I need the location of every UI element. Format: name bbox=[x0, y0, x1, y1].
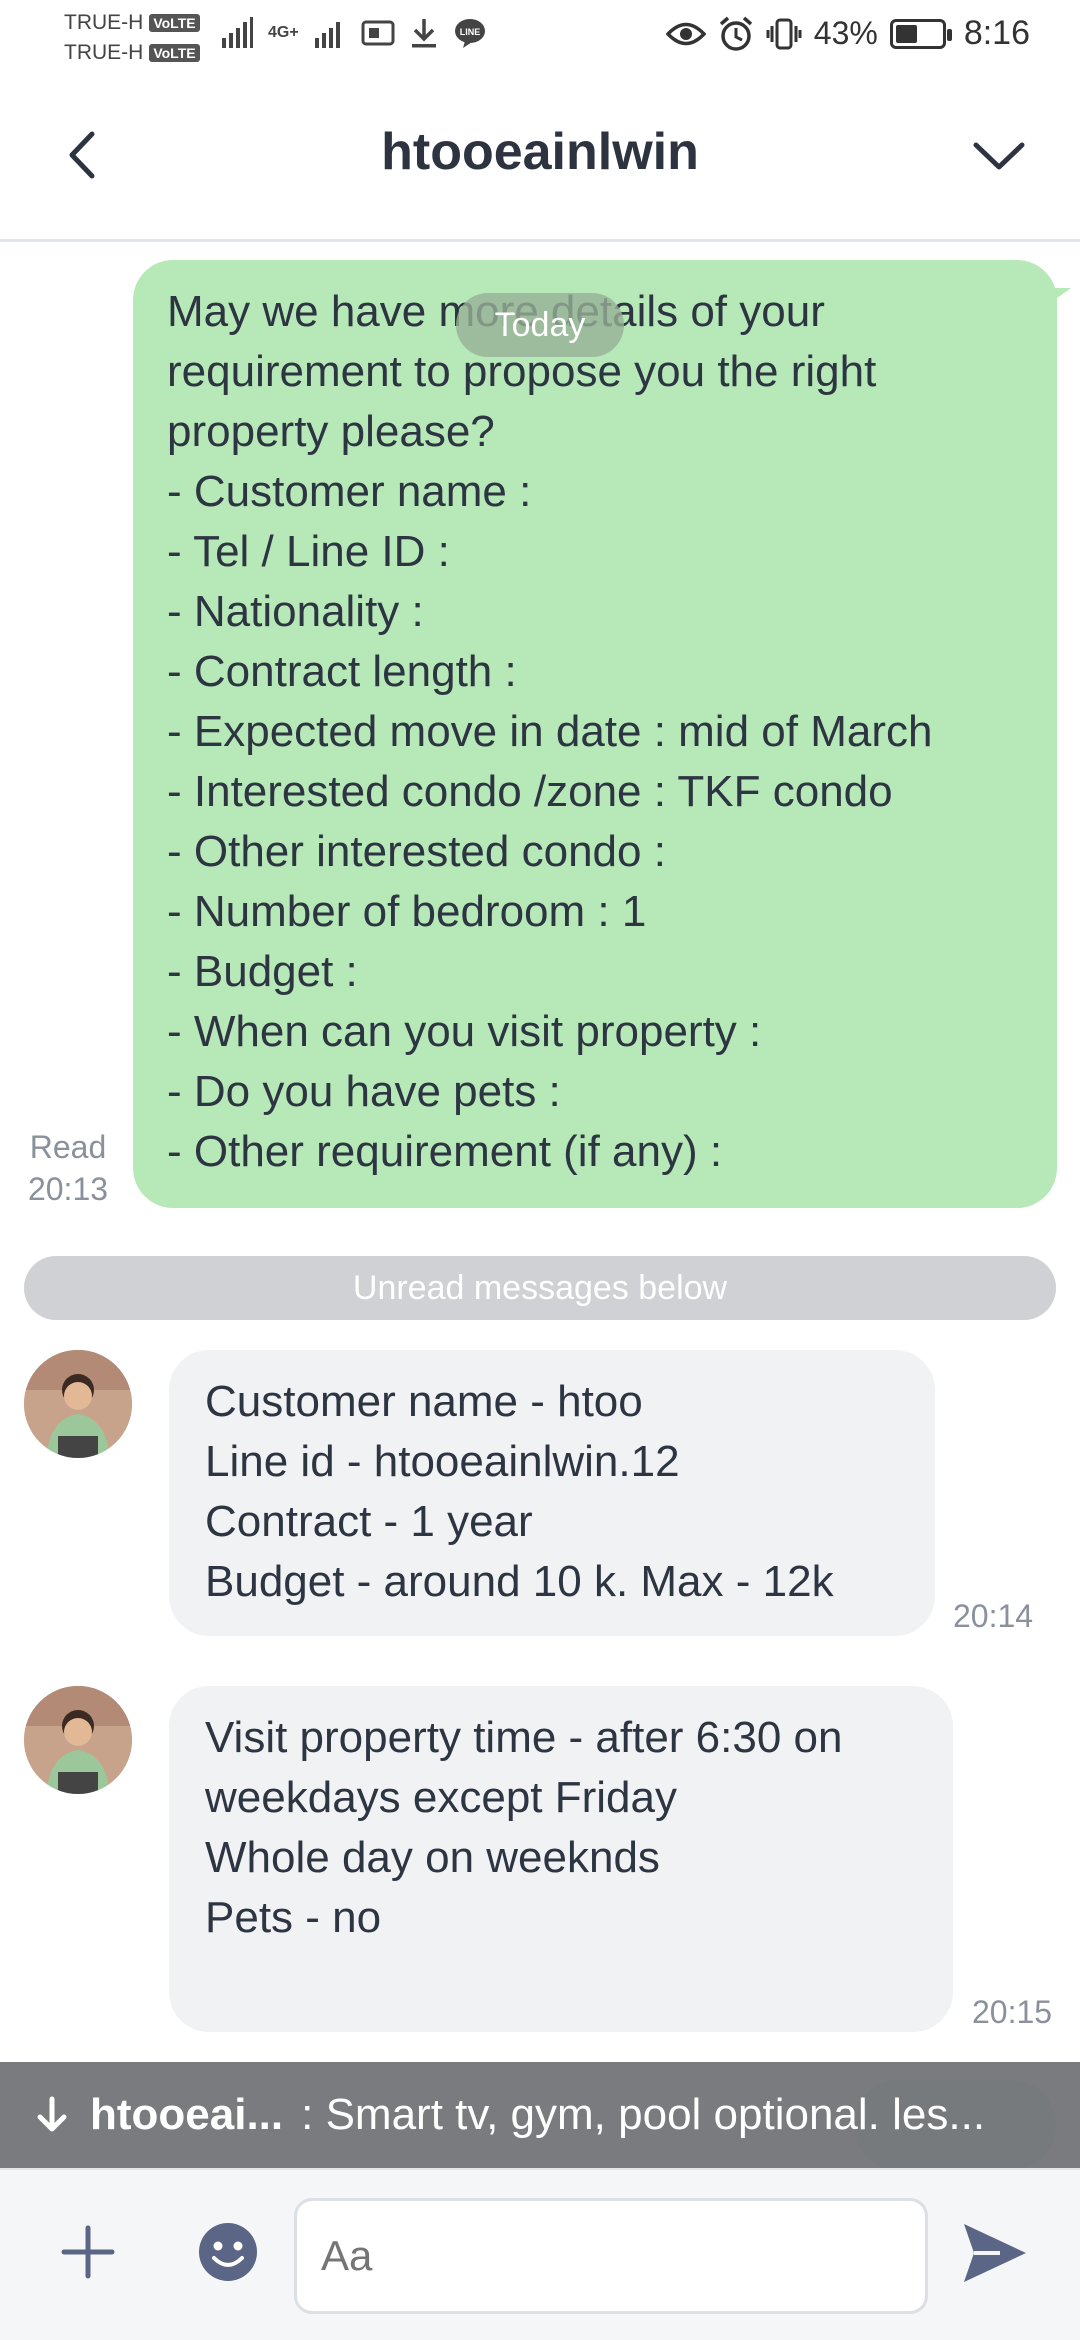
banner-sender: htooeai... bbox=[90, 2090, 284, 2139]
status-bar: TRUE-H VoLTE TRUE-H VoLTE 4G+ LINE 43% 8:1… bbox=[0, 0, 1080, 76]
message-line: Whole day on weeknds bbox=[205, 1833, 660, 1882]
send-icon bbox=[964, 2224, 1026, 2282]
message-composer bbox=[0, 2168, 1080, 2340]
message-read-status: Read 20:13 bbox=[18, 1126, 118, 1210]
volte-badge: VoLTE bbox=[149, 14, 200, 32]
message-input[interactable] bbox=[294, 2198, 928, 2314]
status-icons-left: 4G+ LINE bbox=[220, 16, 487, 50]
message-line: Contract - 1 year bbox=[205, 1497, 533, 1546]
avatar-photo bbox=[24, 1686, 132, 1794]
battery-percent: 43% bbox=[813, 15, 878, 51]
avatar[interactable] bbox=[24, 1686, 132, 1794]
message-line: weekdays except Friday bbox=[205, 1773, 677, 1822]
menu-toggle-button[interactable] bbox=[964, 120, 1034, 190]
clock: 8:16 bbox=[963, 14, 1030, 52]
volte-badge: VoLTE bbox=[149, 44, 200, 62]
avatar-photo bbox=[24, 1350, 132, 1458]
outgoing-message-bubble[interactable]: May we have more details of your require… bbox=[133, 260, 1071, 1208]
incoming-message-bubble[interactable]: Visit property time - after 6:30 on week… bbox=[169, 1686, 953, 2032]
signal-icon bbox=[314, 22, 340, 48]
chat-title: htooeainlwin bbox=[381, 123, 699, 181]
network-type: 4G+ bbox=[268, 24, 299, 41]
chevron-down-icon bbox=[973, 142, 1025, 170]
incoming-message-bubble[interactable]: Customer name - htoo Line id - htooeainl… bbox=[169, 1350, 935, 1636]
line-app-icon: LINE bbox=[454, 19, 485, 48]
banner-preview: : Smart tv, gym, pool optional. les... bbox=[301, 2090, 986, 2139]
sim-icon bbox=[361, 20, 395, 46]
message-line: Visit property time - after 6:30 on bbox=[205, 1713, 843, 1762]
read-label: Read bbox=[29, 1129, 107, 1165]
avatar[interactable] bbox=[24, 1350, 132, 1458]
carrier-info: TRUE-H VoLTE TRUE-H VoLTE bbox=[64, 8, 200, 68]
unread-divider: Unread messages below bbox=[24, 1256, 1056, 1320]
plus-icon bbox=[61, 2225, 115, 2279]
alarm-icon bbox=[719, 16, 752, 51]
chat-header: htooeainlwin bbox=[0, 76, 1080, 242]
eye-icon bbox=[665, 22, 706, 45]
message-time: 20:15 bbox=[972, 1994, 1053, 2030]
send-button[interactable] bbox=[960, 2220, 1030, 2286]
message-line: Budget - around 10 k. Max - 12k bbox=[205, 1557, 834, 1606]
date-separator: Today bbox=[456, 293, 624, 357]
battery-icon bbox=[889, 18, 952, 49]
download-icon bbox=[411, 19, 436, 48]
carrier-name: TRUE-H bbox=[64, 41, 144, 64]
sticker-button[interactable] bbox=[196, 2220, 260, 2284]
emoji-icon bbox=[199, 2223, 257, 2281]
message-line: Customer name - htoo bbox=[205, 1377, 643, 1426]
carrier-name: TRUE-H bbox=[64, 11, 144, 34]
message-line: Pets - no bbox=[205, 1893, 382, 1942]
svg-text:LINE: LINE bbox=[459, 27, 480, 37]
new-message-banner[interactable]: htooeai... : Smart tv, gym, pool optiona… bbox=[0, 2062, 1080, 2168]
status-icons-right: 43% 8:16 bbox=[665, 14, 1030, 53]
signal-icon bbox=[222, 17, 253, 48]
chat-area[interactable]: Read 20:13 May we have more details of y… bbox=[0, 244, 1080, 2064]
arrow-down-icon bbox=[37, 2096, 67, 2132]
message-time: 20:14 bbox=[953, 1598, 1034, 1634]
message-time: 20:13 bbox=[27, 1171, 109, 1207]
vibrate-icon bbox=[766, 18, 802, 49]
message-line: Line id - htooeainlwin.12 bbox=[205, 1437, 680, 1486]
attach-button[interactable] bbox=[56, 2220, 120, 2284]
